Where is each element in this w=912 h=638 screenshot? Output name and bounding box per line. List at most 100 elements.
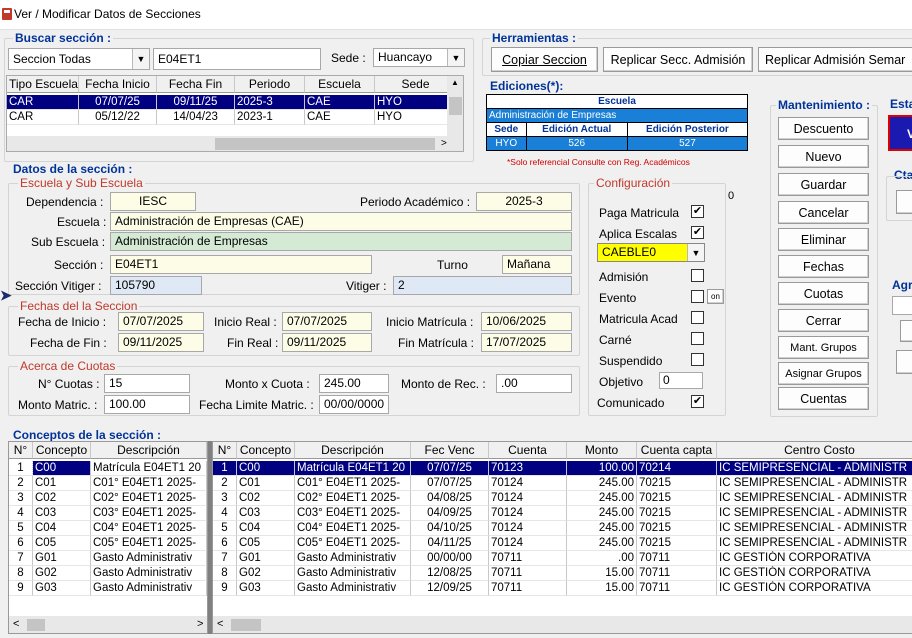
- table-cell: 15.00: [567, 566, 637, 581]
- scroll-thumb[interactable]: [231, 619, 261, 631]
- inicio-matricula-field[interactable]: 10/06/2025: [481, 312, 572, 331]
- monto-matric-field[interactable]: 100.00: [104, 395, 190, 414]
- estado-label: Esta: [890, 97, 912, 111]
- column-header[interactable]: Concepto: [33, 442, 91, 459]
- evento-checkbox[interactable]: [691, 290, 704, 303]
- mant-button-mant-grupos[interactable]: Mant. Grupos: [778, 336, 869, 359]
- seccion-field[interactable]: E04ET1: [110, 255, 372, 274]
- scroll-up-icon[interactable]: ▲: [451, 78, 459, 87]
- secciones-grid[interactable]: Tipo Escuela Fecha Inicio Fecha Fin Periodo…: [6, 75, 464, 152]
- turno-field[interactable]: Mañana: [502, 255, 572, 274]
- escala-select[interactable]: CAEBLE0 ▼: [597, 243, 705, 262]
- mant-button-cuentas[interactable]: Cuentas: [778, 387, 869, 410]
- subescuela-field[interactable]: Administración de Empresas: [110, 232, 572, 251]
- chevron-down-icon[interactable]: ▼: [447, 49, 464, 66]
- scroll-thumb[interactable]: [27, 619, 45, 631]
- scroll-left-icon[interactable]: <: [217, 618, 223, 630]
- column-header[interactable]: N°: [213, 442, 237, 459]
- replicar-admision-button[interactable]: Replicar Secc. Admisión: [603, 47, 753, 72]
- mant-button-cuotas[interactable]: Cuotas: [778, 282, 869, 305]
- fecha-fin-field[interactable]: 09/11/2025: [118, 333, 204, 352]
- mant-button-asignar-grupos[interactable]: Asignar Grupos: [778, 362, 869, 385]
- monto-rec-field[interactable]: .00: [496, 374, 572, 393]
- column-header[interactable]: Periodo: [235, 76, 305, 93]
- table-cell: CAR: [7, 110, 79, 125]
- column-header[interactable]: Fecha Inicio: [79, 76, 157, 93]
- column-header[interactable]: Sede: [375, 76, 457, 93]
- objetivo-field[interactable]: 0: [659, 372, 703, 389]
- table-cell: 07/07/25: [411, 476, 489, 491]
- table-cell: .00: [567, 551, 637, 566]
- periodo-field[interactable]: 2025-3: [476, 192, 572, 211]
- matricula-acad-checkbox[interactable]: [691, 311, 704, 324]
- column-header[interactable]: Monto: [567, 442, 637, 459]
- column-header[interactable]: Tipo Escuela: [7, 76, 79, 93]
- seccion-filter-select[interactable]: Seccion Todas ▼: [8, 48, 150, 70]
- column-header[interactable]: Concepto: [237, 442, 295, 459]
- paga-matricula-checkbox[interactable]: ✔: [691, 205, 704, 218]
- mant-button-descuento[interactable]: Descuento: [778, 117, 869, 140]
- right-hscroll[interactable]: <: [213, 616, 912, 633]
- mant-button-eliminar[interactable]: Eliminar: [778, 228, 869, 251]
- chevron-down-icon[interactable]: ▼: [687, 244, 704, 261]
- scroll-right-icon[interactable]: >: [441, 138, 447, 149]
- mant-button-cerrar[interactable]: Cerrar: [778, 309, 869, 332]
- left-hscroll[interactable]: < >: [9, 616, 207, 633]
- scroll-right-icon[interactable]: >: [197, 618, 203, 630]
- copiar-seccion-button[interactable]: Copiar Seccion: [491, 47, 598, 72]
- secciones-hscroll[interactable]: >: [7, 136, 463, 151]
- column-header[interactable]: Descripción: [295, 442, 411, 459]
- scroll-thumb[interactable]: [215, 138, 435, 150]
- table-cell: IC SEMIPRESENCIAL - ADMINISTR: [717, 491, 912, 506]
- mant-button-guardar[interactable]: Guardar: [778, 173, 869, 196]
- monto-cuota-field[interactable]: 245.00: [319, 374, 389, 393]
- table-cell: C05° E04ET1 2025-: [91, 536, 207, 551]
- vitiger-seccion-field[interactable]: 105790: [110, 276, 202, 295]
- fecha-limite-field[interactable]: 00/00/0000: [319, 395, 389, 414]
- escuela-field[interactable]: Administración de Empresas (CAE): [110, 212, 572, 231]
- secciones-vscroll[interactable]: ▲: [447, 76, 463, 136]
- num-cuotas-field[interactable]: 15: [104, 374, 190, 393]
- agr-button-1[interactable]: [900, 320, 912, 342]
- mant-button-nuevo[interactable]: Nuevo: [778, 145, 869, 168]
- sede-select[interactable]: Huancayo ▼: [373, 48, 465, 67]
- inicio-real-field[interactable]: 07/07/2025: [282, 312, 372, 331]
- table-cell: HYO: [375, 95, 457, 110]
- scroll-left-icon[interactable]: <: [13, 618, 19, 630]
- agr-button-2[interactable]: [896, 350, 912, 374]
- carne-checkbox[interactable]: [691, 332, 704, 345]
- mant-button-fechas[interactable]: Fechas: [778, 255, 869, 278]
- conceptos-left-grid[interactable]: N° Concepto Descripción 1 C00 Matrícula E04E…: [8, 441, 208, 634]
- comunicado-checkbox[interactable]: ✔: [691, 395, 704, 408]
- column-header[interactable]: Escuela: [305, 76, 375, 93]
- column-header[interactable]: Fecha Fin: [157, 76, 235, 93]
- column-header[interactable]: Centro Costo: [717, 442, 912, 459]
- vitiger-field[interactable]: 2: [393, 276, 572, 295]
- table-cell: HYO: [375, 110, 457, 125]
- column-header[interactable]: Fec Venc: [411, 442, 489, 459]
- scroll-thumb[interactable]: [449, 97, 462, 115]
- cta-button[interactable]: [896, 190, 912, 214]
- dependencia-field[interactable]: IESC: [110, 192, 196, 211]
- fecha-inicio-field[interactable]: 07/07/2025: [118, 312, 204, 331]
- mant-button-cancelar[interactable]: Cancelar: [778, 201, 869, 224]
- fin-matricula-field[interactable]: 17/07/2025: [481, 333, 572, 352]
- replicar-admision-semestre-button[interactable]: Replicar Admisión Semar: [758, 47, 912, 72]
- chevron-down-icon[interactable]: ▼: [132, 49, 149, 69]
- agr-input[interactable]: [892, 296, 912, 315]
- matricula-acad-label: Matricula Acad: [599, 312, 678, 326]
- column-header[interactable]: N°: [9, 442, 33, 459]
- evento-on-button[interactable]: on: [707, 289, 724, 304]
- seccion-search-input[interactable]: E04ET1: [153, 48, 321, 70]
- aplica-escalas-checkbox[interactable]: ✔: [691, 226, 704, 239]
- column-header[interactable]: Cuenta: [489, 442, 567, 459]
- suspendido-label: Suspendido: [599, 354, 663, 368]
- admision-checkbox[interactable]: [691, 269, 704, 282]
- suspendido-checkbox[interactable]: [691, 353, 704, 366]
- fin-real-field[interactable]: 09/11/2025: [282, 333, 372, 352]
- column-header[interactable]: Cuenta capta: [637, 442, 717, 459]
- column-header[interactable]: Descripción: [91, 442, 207, 459]
- table-cell: Gasto Administrativ: [91, 581, 207, 596]
- admision-label: Admisión: [599, 270, 649, 284]
- conceptos-right-grid[interactable]: N° Concepto Descripción Fec Venc Cuenta Monto…: [212, 441, 912, 634]
